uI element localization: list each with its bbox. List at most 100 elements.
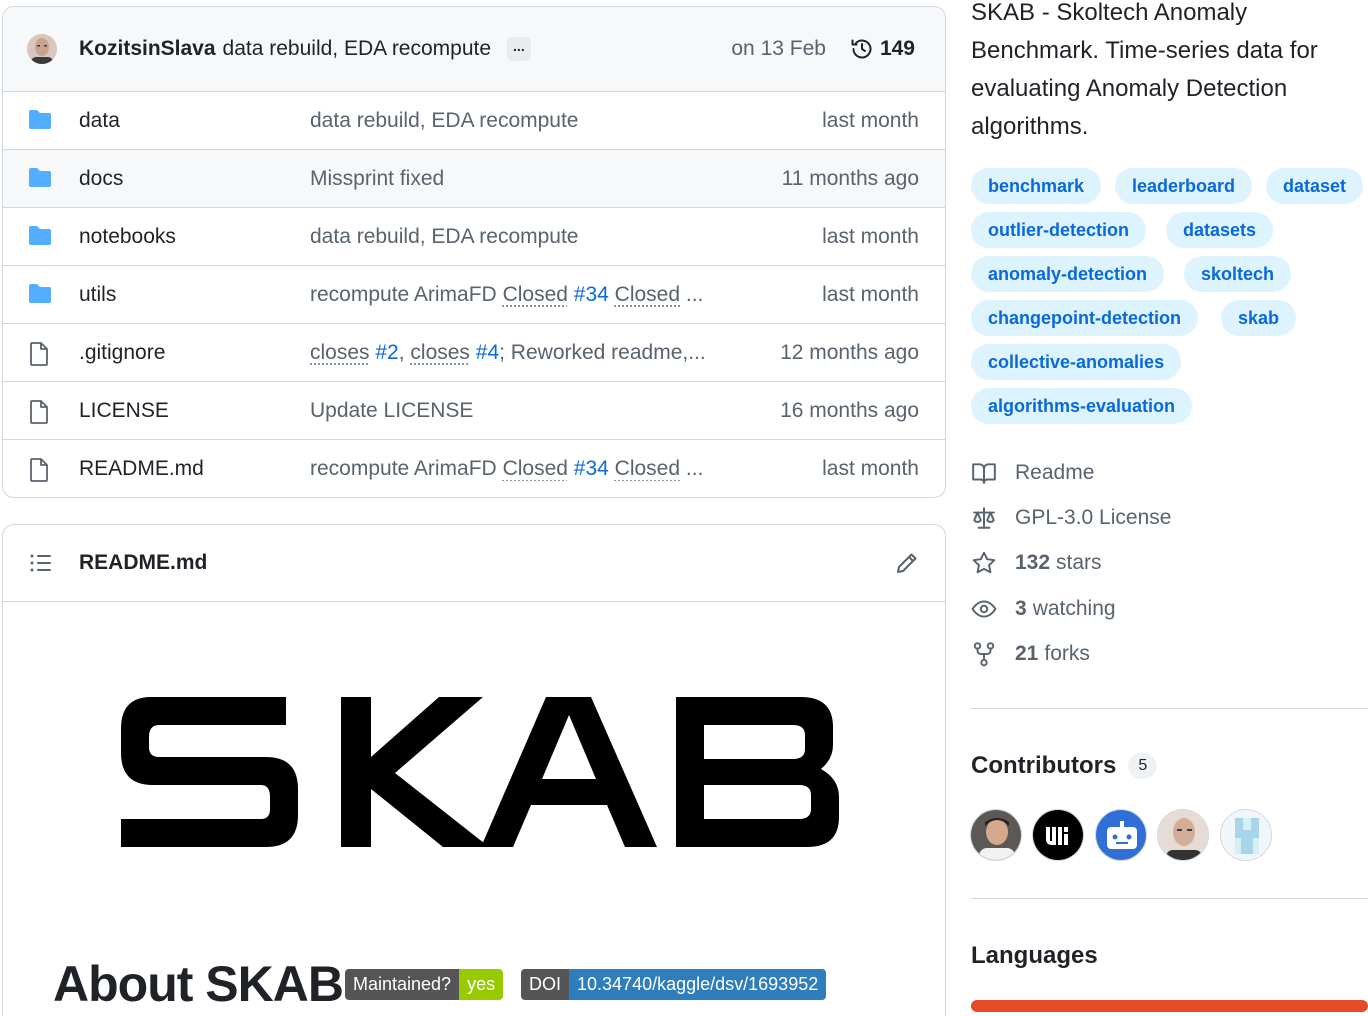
file-name-link[interactable]: notebooks	[79, 225, 176, 249]
file-commit-date[interactable]: 12 months ago	[780, 341, 919, 365]
topic-tag[interactable]: dataset	[1266, 168, 1363, 204]
file-commit-date[interactable]: 16 months ago	[780, 399, 919, 423]
file-row[interactable]: docs Missprint fixed 11 months ago	[3, 150, 945, 208]
topic-tag[interactable]: datasets	[1166, 212, 1273, 248]
license-link[interactable]: GPL-3.0 License	[971, 505, 1271, 531]
file-commit-message[interactable]: closes #2, closes #4; Reworked readme,..…	[310, 341, 706, 365]
commit-message-text: recompute ArimaFD	[310, 457, 503, 480]
file-name-link[interactable]: .gitignore	[79, 341, 165, 365]
star-icon	[971, 550, 997, 576]
doi-badge-value: 10.34740/kaggle/dsv/1693952	[569, 969, 826, 1000]
file-commit-message[interactable]: data rebuild, EDA recompute	[310, 109, 579, 133]
topic-tag[interactable]: changepoint-detection	[971, 300, 1198, 336]
commit-date[interactable]: on 13 Feb	[731, 37, 826, 61]
history-icon	[850, 37, 874, 61]
file-name-link[interactable]: docs	[79, 167, 123, 191]
readme-link[interactable]: Readme	[971, 460, 1271, 486]
commit-message-text: Missprint fixed	[310, 167, 444, 190]
commit-message-text: Update LICENSE	[310, 399, 473, 422]
contributors-heading[interactable]: Contributors 5	[971, 752, 1157, 780]
commit-author[interactable]: KozitsinSlava	[79, 37, 216, 61]
readme-link-label: Readme	[1015, 461, 1094, 485]
file-browser: KozitsinSlava data rebuild, EDA recomput…	[2, 6, 946, 498]
topic-tag[interactable]: outlier-detection	[971, 212, 1146, 248]
contributor-avatar[interactable]	[1157, 809, 1209, 861]
file-row[interactable]: LICENSE Update LICENSE 16 months ago	[3, 382, 945, 440]
topic-tag[interactable]: leaderboard	[1115, 168, 1252, 204]
watching-label: watching	[1033, 597, 1116, 621]
commit-message-text[interactable]: closes	[410, 341, 470, 364]
watchers-link[interactable]: 3 watching	[971, 596, 1271, 622]
language-bar[interactable]	[971, 1000, 1368, 1012]
commit-message-text: ...	[680, 283, 703, 306]
file-row[interactable]: .gitignore closes #2, closes #4; Reworked…	[3, 324, 945, 382]
commit-message-text[interactable]: Closed	[615, 283, 680, 306]
file-row[interactable]: notebooks data rebuild, EDA recompute last…	[3, 208, 945, 266]
contributors-count: 5	[1128, 753, 1157, 779]
file-commit-message[interactable]: Update LICENSE	[310, 399, 473, 423]
contributor-avatar[interactable]	[1220, 809, 1272, 861]
file-commit-date[interactable]: 11 months ago	[782, 167, 919, 191]
file-list: data data rebuild, EDA recompute last mont…	[3, 92, 945, 498]
forks-label: forks	[1044, 642, 1090, 666]
issue-link[interactable]: #34	[574, 457, 609, 480]
file-commit-message[interactable]: Missprint fixed	[310, 167, 444, 191]
maintained-badge[interactable]: Maintained? yes	[345, 969, 503, 1000]
maintained-badge-label: Maintained?	[345, 969, 459, 1000]
commit-count: 149	[880, 37, 915, 61]
folder-icon	[27, 109, 53, 137]
file-commit-message[interactable]: recompute ArimaFD Closed #34 Closed ...	[310, 283, 703, 307]
commit-message-text[interactable]: Closed	[503, 283, 568, 306]
file-commit-message[interactable]: data rebuild, EDA recompute	[310, 225, 579, 249]
file-commit-date[interactable]: last month	[822, 283, 919, 307]
readme-heading: About SKAB	[53, 955, 343, 1013]
contributor-avatar[interactable]	[970, 809, 1022, 861]
topic-tag[interactable]: skab	[1221, 300, 1296, 336]
file-name-link[interactable]: LICENSE	[79, 399, 169, 423]
outline-list-icon[interactable]	[29, 551, 53, 575]
topic-tag[interactable]: skoltech	[1184, 256, 1291, 292]
contributor-avatar[interactable]	[1095, 809, 1147, 861]
latest-commit-bar: KozitsinSlava data rebuild, EDA recomput…	[3, 7, 945, 92]
file-row[interactable]: data data rebuild, EDA recompute last mont…	[3, 92, 945, 150]
file-row[interactable]: utils recompute ArimaFD Closed #34 Closed…	[3, 266, 945, 324]
topic-tag[interactable]: algorithms-evaluation	[971, 388, 1192, 424]
issue-link[interactable]: #34	[574, 283, 609, 306]
folder-icon	[27, 225, 53, 253]
doi-badge[interactable]: DOI 10.34740/kaggle/dsv/1693952	[521, 969, 826, 1000]
file-commit-message[interactable]: recompute ArimaFD Closed #34 Closed ...	[310, 457, 703, 481]
readme-header: README.md	[3, 525, 945, 602]
issue-link[interactable]: #2	[375, 341, 398, 364]
divider	[971, 708, 1368, 709]
law-scale-icon	[971, 505, 997, 531]
forks-count: 21	[1015, 642, 1038, 666]
file-name-link[interactable]: utils	[79, 283, 116, 307]
commit-message-text[interactable]: closes	[310, 341, 370, 364]
file-commit-date[interactable]: last month	[822, 109, 919, 133]
readme-filename[interactable]: README.md	[79, 551, 207, 575]
stars-link[interactable]: 132 stars	[971, 550, 1271, 576]
contributor-avatar[interactable]	[1032, 809, 1084, 861]
commit-message-text: data rebuild, EDA recompute	[310, 225, 579, 248]
file-name-link[interactable]: README.md	[79, 457, 204, 481]
file-commit-date[interactable]: last month	[822, 457, 919, 481]
commit-message-text[interactable]: Closed	[615, 457, 680, 480]
file-name-link[interactable]: data	[79, 109, 120, 133]
eye-icon	[971, 596, 997, 622]
issue-link[interactable]: #4	[476, 341, 499, 364]
file-row[interactable]: README.md recompute ArimaFD Closed #34 Cl…	[3, 440, 945, 498]
commit-history-link[interactable]: 149	[850, 37, 915, 61]
topic-tag[interactable]: benchmark	[971, 168, 1101, 204]
skab-logo	[121, 697, 841, 847]
pencil-icon[interactable]	[895, 551, 919, 575]
topic-tag[interactable]: anomaly-detection	[971, 256, 1164, 292]
file-commit-date[interactable]: last month	[822, 225, 919, 249]
author-avatar[interactable]	[27, 34, 57, 64]
expand-commit-button[interactable]: ...	[507, 37, 531, 61]
commit-message[interactable]: data rebuild, EDA recompute	[223, 37, 492, 61]
forks-link[interactable]: 21 forks	[971, 641, 1271, 667]
commit-message-text[interactable]: Closed	[503, 457, 568, 480]
readme-panel: README.md About SKAB Maintained? yes DOI…	[2, 524, 946, 1016]
file-icon	[27, 341, 51, 373]
topic-tag[interactable]: collective-anomalies	[971, 344, 1181, 380]
